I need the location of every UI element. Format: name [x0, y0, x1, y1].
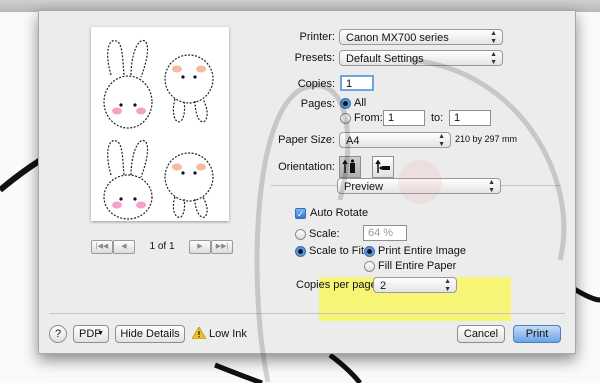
presets-popup[interactable]: Default Settings ▲ ▼ [339, 50, 503, 66]
section-popup[interactable]: Preview ▲ ▼ [337, 178, 501, 194]
first-page-button[interactable]: |◀◀ [91, 240, 113, 254]
popup-arrows-icon: ▲ ▼ [490, 30, 497, 45]
section-popup-value: Preview [344, 181, 384, 193]
previous-page-button[interactable]: ◀ [113, 240, 135, 254]
preview-page [91, 27, 229, 221]
scale-radio[interactable] [295, 229, 306, 240]
orientation-label: Orientation: [278, 161, 335, 173]
presets-label: Presets: [294, 52, 335, 64]
copies-label: Copies: [297, 78, 335, 90]
paper-dimensions: 210 by 297 mm [455, 134, 518, 144]
fill-entire-paper-radio[interactable] [364, 261, 375, 272]
paper-size-label: Paper Size: [278, 134, 335, 146]
copies-input[interactable]: 1 [340, 75, 374, 91]
low-ink-label: Low Ink [209, 328, 247, 340]
paper-size-value: A4 [346, 135, 360, 147]
pages-from-radio[interactable] [340, 113, 351, 124]
popup-arrows-icon: ▲ ▼ [438, 133, 445, 148]
next-page-button[interactable]: ▶ [189, 240, 211, 254]
print-dialog: |◀◀ ◀ 1 of 1 ▶ ▶▶| Printer: Canon MX700 … [38, 10, 576, 354]
scale-input[interactable]: 64 % [363, 225, 407, 241]
hide-details-button[interactable]: Hide Details [115, 325, 185, 343]
pages-from-input[interactable]: 1 [383, 110, 425, 126]
printer-value: Canon MX700 series [346, 32, 449, 44]
warning-icon [192, 327, 206, 339]
preview-pager: |◀◀ ◀ 1 of 1 ▶ ▶▶| [91, 240, 233, 254]
cancel-button[interactable]: Cancel [457, 325, 505, 343]
copies-per-page-label: Copies per page: [296, 279, 380, 291]
pages-from-label: From: [354, 112, 383, 124]
print-button[interactable]: Print [513, 325, 561, 343]
pages-to-input[interactable]: 1 [449, 110, 491, 126]
last-page-button[interactable]: ▶▶| [211, 240, 233, 254]
landscape-orientation-button[interactable] [372, 156, 394, 178]
popup-arrows-icon: ▲ ▼ [444, 278, 451, 293]
pdf-menu-button[interactable]: PDF ▼ [73, 325, 109, 343]
print-entire-image-label: Print Entire Image [378, 245, 467, 257]
pages-all-label: All [354, 97, 367, 109]
copies-per-page-popup[interactable]: 2 ▲ ▼ [373, 277, 457, 293]
paper-size-popup[interactable]: A4 ▲ ▼ [339, 132, 451, 148]
portrait-orientation-button[interactable] [339, 156, 361, 178]
chevron-down-icon: ▼ [97, 330, 104, 337]
printer-popup[interactable]: Canon MX700 series ▲ ▼ [339, 29, 503, 45]
pages-all-radio[interactable] [340, 98, 351, 109]
bunny-preview-image [103, 39, 214, 220]
print-entire-image-radio[interactable] [364, 246, 375, 257]
printer-label: Printer: [299, 31, 335, 43]
fill-entire-paper-label: Fill Entire Paper [378, 260, 457, 272]
scale-to-fit-radio[interactable] [295, 246, 306, 257]
portrait-orientation-icon [342, 159, 355, 173]
popup-arrows-icon: ▲ ▼ [488, 179, 495, 194]
page-count: 1 of 1 [149, 241, 175, 252]
scale-label: Scale: [309, 228, 340, 240]
presets-value: Default Settings [346, 53, 424, 65]
pages-to-label: to: [431, 112, 444, 124]
scale-to-fit-label: Scale to Fit: [309, 245, 368, 257]
popup-arrows-icon: ▲ ▼ [490, 51, 497, 66]
auto-rotate-label: Auto Rotate [310, 207, 369, 219]
help-button[interactable]: ? [49, 325, 67, 343]
footer-divider [49, 313, 565, 314]
pages-label: Pages: [300, 98, 335, 110]
landscape-orientation-icon [375, 159, 390, 173]
auto-rotate-checkbox[interactable]: ✓ [295, 208, 306, 219]
copies-per-page-value: 2 [380, 280, 387, 292]
